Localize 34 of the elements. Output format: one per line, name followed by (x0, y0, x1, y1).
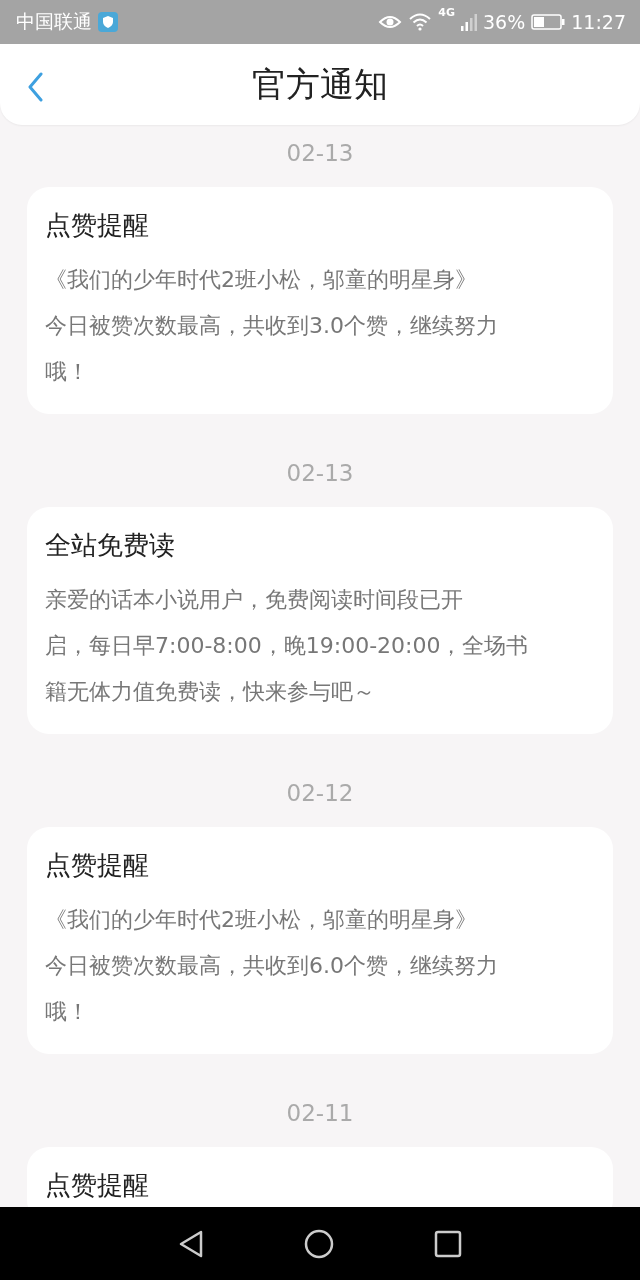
carrier-name: 中国联通 (16, 9, 92, 34)
page-title: 官方通知 (252, 62, 388, 106)
back-nav-button[interactable] (178, 1228, 204, 1259)
notification-text-line: 亲爱的话本小说用户，免费阅读时间段已开 (45, 586, 464, 614)
wifi-icon (408, 13, 433, 31)
notification-date: 02-13 (286, 140, 354, 166)
notification-text-line: 籍无体力值免费读，快来参与吧～ (45, 678, 376, 706)
notification-text-line: 今日被赞次数最高，共收到6.0个赞，继续努力 (45, 952, 499, 980)
notification-card[interactable]: 点赞提醒 《我们的少年时代2班小松，邬童的明星身》 今日被赞次数最高，共收到6.0个赞，继续努力 哦！ (27, 827, 613, 1054)
notification-title: 点赞提醒 (45, 1169, 150, 1202)
battery-icon (531, 14, 566, 30)
home-nav-button[interactable] (304, 1228, 334, 1259)
notification-card[interactable]: 点赞提醒 (27, 1147, 613, 1207)
signal-icon (461, 13, 477, 31)
battery-percent: 36% (483, 11, 526, 33)
notification-title: 全站免费读 (45, 529, 176, 562)
clock: 11:27 (571, 11, 626, 33)
notification-text-line: 哦！ (45, 998, 90, 1026)
notification-text-line: 《我们的少年时代2班小松，邬童的明星身》 (45, 906, 478, 934)
notification-card[interactable]: 点赞提醒 《我们的少年时代2班小松，邬童的明星身》 今日被赞次数最高，共收到3.0个赞，继续努力 哦！ (27, 187, 613, 414)
notification-date: 02-13 (286, 460, 354, 486)
notification-date: 02-11 (286, 1100, 354, 1126)
notification-text-line: 今日被赞次数最高，共收到3.0个赞，继续努力 (45, 312, 499, 340)
notification-title: 点赞提醒 (45, 209, 150, 242)
shield-icon (98, 12, 118, 32)
notification-text-line: 《我们的少年时代2班小松，邬童的明星身》 (45, 266, 478, 294)
recents-nav-button[interactable] (434, 1229, 462, 1258)
notification-title: 点赞提醒 (45, 849, 150, 882)
notification-card[interactable]: 全站免费读 亲爱的话本小说用户，免费阅读时间段已开 启，每日早7:00-8:00，晚19:00-20:00，全场书 籍无体力值免费读，快来参与吧～ (27, 507, 613, 734)
notification-date: 02-12 (286, 780, 354, 806)
network-type: 4G (438, 6, 455, 19)
eye-icon (378, 14, 403, 30)
notification-text-line: 哦！ (45, 358, 90, 386)
notification-text-line: 启，每日早7:00-8:00，晚19:00-20:00，全场书 (45, 632, 530, 660)
